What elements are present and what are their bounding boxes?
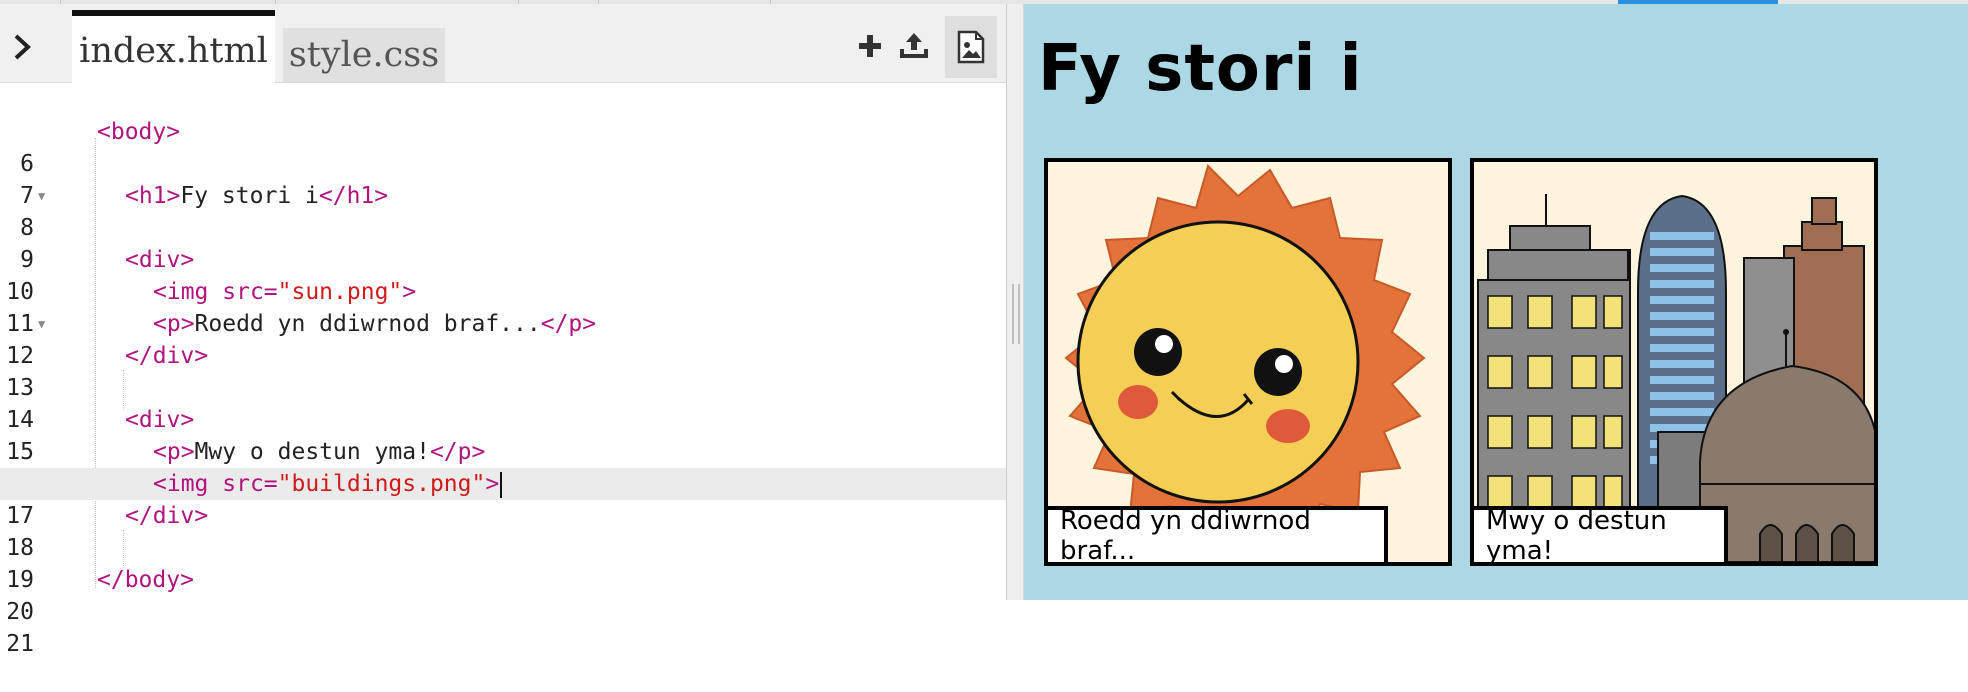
code-token: </div>: [125, 503, 209, 529]
sun-image: [1048, 162, 1448, 562]
code-line-current: 18 <img src="buildings.png">: [0, 468, 1006, 561]
code-string: "buildings.png": [277, 471, 486, 497]
buildings-image: [1474, 162, 1874, 562]
add-image-button[interactable]: [945, 16, 997, 78]
code-line: 9 <h1>Fy stori i</h1>: [0, 180, 1006, 273]
tab-label: index.html: [79, 31, 268, 71]
code-line: 8: [0, 148, 1006, 241]
code-token: <div>: [125, 247, 195, 273]
text-cursor: [500, 471, 503, 498]
code-line: 7 ▼ <body>: [0, 116, 1006, 209]
comic-panel-buildings: Mwy o destun yma!: [1470, 158, 1878, 566]
add-file-button[interactable]: [852, 28, 888, 64]
comic-panel-sun: Roedd yn ddiwrnod braf...: [1044, 158, 1452, 566]
code-token: </p>: [540, 311, 597, 337]
code-token: <p>: [153, 311, 195, 337]
code-line: 19 </div>: [0, 500, 1006, 593]
code-editor: index.html style.css 6 7 ▼ <body> 8 9 <h1…: [0, 4, 1006, 657]
code-text: Mwy o destun yma!: [194, 439, 430, 465]
tab-style-css[interactable]: style.css: [283, 28, 445, 82]
pane-resize-handle[interactable]: [1006, 4, 1024, 600]
code-line: 10: [0, 212, 1006, 305]
code-token: >: [485, 471, 500, 497]
editor-tab-bar: index.html style.css: [0, 4, 1006, 86]
code-line: 15: [0, 372, 1006, 465]
code-text: Fy stori i: [180, 183, 319, 209]
upload-icon: [900, 33, 928, 58]
code-line: 11 ▼ <div>: [0, 244, 1006, 337]
code-token: <div>: [125, 407, 195, 433]
code-token: <img: [153, 279, 223, 305]
code-area[interactable]: 6 7 ▼ <body> 8 9 <h1>Fy stori i</h1> 10 1…: [0, 84, 1006, 657]
code-token: src=: [222, 279, 278, 305]
code-token: >: [402, 279, 417, 305]
code-token: <h1>: [125, 183, 181, 209]
code-line: 14 </div>: [0, 340, 1006, 433]
code-line: 17 <p>Mwy o destun yma!</p>: [0, 436, 1006, 529]
code-line: 21 </body>: [0, 564, 1006, 657]
code-line: 12 <img src="sun.png">: [0, 276, 1006, 369]
toggle-sidebar-button[interactable]: [6, 30, 40, 64]
code-token: </p>: [429, 439, 486, 465]
tab-index-html[interactable]: index.html: [72, 10, 275, 86]
plus-icon: [859, 35, 881, 57]
code-line: 20: [0, 532, 1006, 625]
page-title: Fy stori i: [1038, 32, 1363, 106]
code-line: 16▼ <div>: [0, 404, 1006, 497]
code-token: src=: [222, 471, 278, 497]
code-text: Roedd yn ddiwrnod braf...: [194, 311, 541, 337]
code-token: </div>: [125, 343, 209, 369]
chevron-right-icon: [14, 34, 31, 60]
code-line: 13 <p>Roedd yn ddiwrnod braf...</p>: [0, 308, 1006, 401]
resize-grip-icon: [1012, 284, 1020, 344]
panel-caption: Roedd yn ddiwrnod braf...: [1048, 506, 1388, 562]
code-token: </body>: [97, 567, 194, 593]
code-token: <body>: [97, 119, 181, 145]
code-token: <p>: [153, 439, 195, 465]
code-token: <img: [153, 471, 223, 497]
panel-caption: Mwy o destun yma!: [1474, 506, 1728, 562]
tab-label: style.css: [288, 35, 440, 75]
code-token: </h1>: [318, 183, 389, 209]
preview-pane: Fy stori i Roedd yn ddiwrnod braf... Mwy…: [1024, 4, 1968, 600]
code-line: 6: [0, 84, 1006, 177]
image-icon: [957, 30, 985, 64]
upload-button[interactable]: [896, 28, 932, 64]
code-string: "sun.png": [277, 279, 403, 305]
line-number: 21: [6, 631, 34, 657]
